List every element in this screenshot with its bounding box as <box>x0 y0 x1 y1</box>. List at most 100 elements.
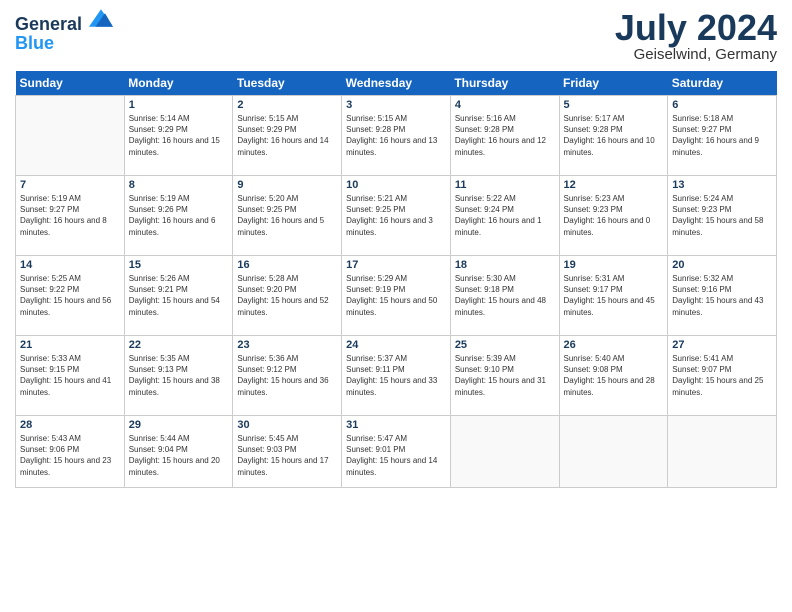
title-block: July 2024 Geiselwind, Germany <box>615 10 777 63</box>
day-number: 29 <box>129 419 229 431</box>
cell-info: Sunrise: 5:44 AMSunset: 9:04 PMDaylight:… <box>129 433 229 478</box>
day-number: 5 <box>564 99 664 111</box>
weekday-header-thursday: Thursday <box>450 71 559 96</box>
day-number: 7 <box>20 179 120 191</box>
cell-info: Sunrise: 5:15 AMSunset: 9:29 PMDaylight:… <box>237 113 337 158</box>
calendar-cell: 15 Sunrise: 5:26 AMSunset: 9:21 PMDayligh… <box>124 256 233 336</box>
cell-info: Sunrise: 5:26 AMSunset: 9:21 PMDaylight:… <box>129 273 229 318</box>
calendar-cell: 7 Sunrise: 5:19 AMSunset: 9:27 PMDaylight… <box>16 176 125 256</box>
cell-info: Sunrise: 5:24 AMSunset: 9:23 PMDaylight:… <box>672 193 772 238</box>
calendar-cell: 12Sunrise: 5:23 AMSunset: 9:23 PMDayligh… <box>559 176 668 256</box>
calendar-cell: 6Sunrise: 5:18 AMSunset: 9:27 PMDaylight… <box>668 96 777 176</box>
calendar-cell: 30Sunrise: 5:45 AMSunset: 9:03 PMDayligh… <box>233 416 342 488</box>
calendar-cell: 24 Sunrise: 5:37 AMSunset: 9:11 PMDayligh… <box>342 336 451 416</box>
calendar-cell: 21 Sunrise: 5:33 AMSunset: 9:15 PMDayligh… <box>16 336 125 416</box>
calendar-cell: 18Sunrise: 5:30 AMSunset: 9:18 PMDayligh… <box>450 256 559 336</box>
cell-info: Sunrise: 5:33 AMSunset: 9:15 PMDaylight:… <box>20 353 120 398</box>
calendar-cell: 19Sunrise: 5:31 AMSunset: 9:17 PMDayligh… <box>559 256 668 336</box>
header: General Blue July 2024 Geiselwind, Germa… <box>15 10 777 63</box>
logo: General Blue <box>15 10 113 54</box>
day-number: 4 <box>455 99 555 111</box>
month-title: July 2024 <box>615 10 777 46</box>
day-number: 14 <box>20 259 120 271</box>
weekday-header-tuesday: Tuesday <box>233 71 342 96</box>
calendar-week-1: 1 Sunrise: 5:14 AMSunset: 9:29 PMDaylight… <box>16 96 777 176</box>
calendar-cell: 13 Sunrise: 5:24 AMSunset: 9:23 PMDayligh… <box>668 176 777 256</box>
calendar-table: SundayMondayTuesdayWednesdayThursdayFrid… <box>15 71 777 488</box>
cell-info: Sunrise: 5:41 AMSunset: 9:07 PMDaylight:… <box>672 353 772 398</box>
location: Geiselwind, Germany <box>615 46 777 63</box>
weekday-header-wednesday: Wednesday <box>342 71 451 96</box>
calendar-week-2: 7 Sunrise: 5:19 AMSunset: 9:27 PMDaylight… <box>16 176 777 256</box>
day-number: 9 <box>237 179 337 191</box>
calendar-cell: 16 Sunrise: 5:28 AMSunset: 9:20 PMDayligh… <box>233 256 342 336</box>
cell-info: Sunrise: 5:22 AMSunset: 9:24 PMDaylight:… <box>455 193 555 238</box>
day-number: 1 <box>129 99 229 111</box>
day-number: 31 <box>346 419 446 431</box>
cell-info: Sunrise: 5:31 AMSunset: 9:17 PMDaylight:… <box>564 273 664 318</box>
calendar-cell: 29 Sunrise: 5:44 AMSunset: 9:04 PMDayligh… <box>124 416 233 488</box>
weekday-header-sunday: Sunday <box>16 71 125 96</box>
cell-info: Sunrise: 5:32 AMSunset: 9:16 PMDaylight:… <box>672 273 772 318</box>
calendar-cell: 14 Sunrise: 5:25 AMSunset: 9:22 PMDayligh… <box>16 256 125 336</box>
calendar-cell: 25Sunrise: 5:39 AMSunset: 9:10 PMDayligh… <box>450 336 559 416</box>
cell-info: Sunrise: 5:28 AMSunset: 9:20 PMDaylight:… <box>237 273 337 318</box>
calendar-cell: 11 Sunrise: 5:22 AMSunset: 9:24 PMDayligh… <box>450 176 559 256</box>
day-number: 21 <box>20 339 120 351</box>
day-number: 20 <box>672 259 772 271</box>
day-number: 15 <box>129 259 229 271</box>
cell-info: Sunrise: 5:19 AMSunset: 9:27 PMDaylight:… <box>20 193 120 238</box>
cell-info: Sunrise: 5:15 AMSunset: 9:28 PMDaylight:… <box>346 113 446 158</box>
cell-info: Sunrise: 5:25 AMSunset: 9:22 PMDaylight:… <box>20 273 120 318</box>
day-number: 16 <box>237 259 337 271</box>
calendar-cell: 20 Sunrise: 5:32 AMSunset: 9:16 PMDayligh… <box>668 256 777 336</box>
day-number: 10 <box>346 179 446 191</box>
cell-info: Sunrise: 5:16 AMSunset: 9:28 PMDaylight:… <box>455 113 555 158</box>
day-number: 8 <box>129 179 229 191</box>
calendar-week-5: 28 Sunrise: 5:43 AMSunset: 9:06 PMDayligh… <box>16 416 777 488</box>
cell-info: Sunrise: 5:14 AMSunset: 9:29 PMDaylight:… <box>129 113 229 158</box>
day-number: 25 <box>455 339 555 351</box>
cell-info: Sunrise: 5:43 AMSunset: 9:06 PMDaylight:… <box>20 433 120 478</box>
calendar-cell <box>450 416 559 488</box>
calendar-cell: 3Sunrise: 5:15 AMSunset: 9:28 PMDaylight… <box>342 96 451 176</box>
calendar-cell <box>16 96 125 176</box>
calendar-cell: 4 Sunrise: 5:16 AMSunset: 9:28 PMDaylight… <box>450 96 559 176</box>
calendar-week-3: 14 Sunrise: 5:25 AMSunset: 9:22 PMDayligh… <box>16 256 777 336</box>
cell-info: Sunrise: 5:20 AMSunset: 9:25 PMDaylight:… <box>237 193 337 238</box>
calendar-cell: 31 Sunrise: 5:47 AMSunset: 9:01 PMDayligh… <box>342 416 451 488</box>
weekday-header-saturday: Saturday <box>668 71 777 96</box>
day-number: 2 <box>237 99 337 111</box>
calendar-cell <box>668 416 777 488</box>
day-number: 30 <box>237 419 337 431</box>
cell-info: Sunrise: 5:21 AMSunset: 9:25 PMDaylight:… <box>346 193 446 238</box>
weekday-header-friday: Friday <box>559 71 668 96</box>
cell-info: Sunrise: 5:37 AMSunset: 9:11 PMDaylight:… <box>346 353 446 398</box>
cell-info: Sunrise: 5:47 AMSunset: 9:01 PMDaylight:… <box>346 433 446 478</box>
cell-info: Sunrise: 5:17 AMSunset: 9:28 PMDaylight:… <box>564 113 664 158</box>
calendar-cell: 9 Sunrise: 5:20 AMSunset: 9:25 PMDaylight… <box>233 176 342 256</box>
cell-info: Sunrise: 5:40 AMSunset: 9:08 PMDaylight:… <box>564 353 664 398</box>
day-number: 23 <box>237 339 337 351</box>
calendar-cell <box>559 416 668 488</box>
day-number: 28 <box>20 419 120 431</box>
cell-info: Sunrise: 5:36 AMSunset: 9:12 PMDaylight:… <box>237 353 337 398</box>
calendar-cell: 28 Sunrise: 5:43 AMSunset: 9:06 PMDayligh… <box>16 416 125 488</box>
day-number: 27 <box>672 339 772 351</box>
calendar-container: General Blue July 2024 Geiselwind, Germa… <box>0 0 792 498</box>
day-number: 18 <box>455 259 555 271</box>
calendar-cell: 5 Sunrise: 5:17 AMSunset: 9:28 PMDaylight… <box>559 96 668 176</box>
calendar-cell: 23 Sunrise: 5:36 AMSunset: 9:12 PMDayligh… <box>233 336 342 416</box>
calendar-cell: 17Sunrise: 5:29 AMSunset: 9:19 PMDayligh… <box>342 256 451 336</box>
cell-info: Sunrise: 5:29 AMSunset: 9:19 PMDaylight:… <box>346 273 446 318</box>
logo-text: General <box>15 10 113 35</box>
day-number: 11 <box>455 179 555 191</box>
day-number: 24 <box>346 339 446 351</box>
day-number: 13 <box>672 179 772 191</box>
logo-blue: Blue <box>15 33 113 54</box>
calendar-cell: 2 Sunrise: 5:15 AMSunset: 9:29 PMDaylight… <box>233 96 342 176</box>
calendar-cell: 1 Sunrise: 5:14 AMSunset: 9:29 PMDaylight… <box>124 96 233 176</box>
cell-info: Sunrise: 5:19 AMSunset: 9:26 PMDaylight:… <box>129 193 229 238</box>
weekday-header-monday: Monday <box>124 71 233 96</box>
day-number: 26 <box>564 339 664 351</box>
